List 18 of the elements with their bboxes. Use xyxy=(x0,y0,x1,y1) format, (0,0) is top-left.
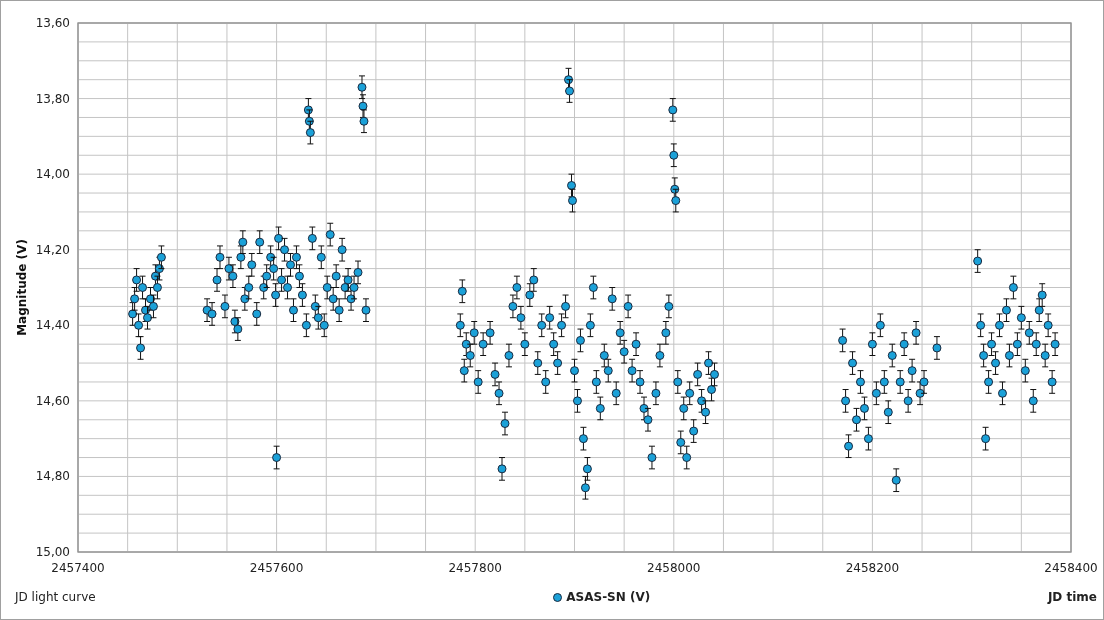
x-tick-label: 2457600 xyxy=(249,561,304,575)
y-tick-label: 14,40 xyxy=(35,318,70,333)
y-tick-label: 14,00 xyxy=(35,167,70,182)
x-tick-label: 2458000 xyxy=(647,561,701,575)
y-tick-label: 14,60 xyxy=(35,393,70,408)
y-axis-title: Magnitude (V) xyxy=(15,239,29,336)
x-axis-title: JD time xyxy=(1047,590,1097,604)
chart-caption: JD light curve xyxy=(15,590,96,604)
y-tick-label: 13,60 xyxy=(35,16,70,30)
legend-label: ASAS-SN (V) xyxy=(566,590,651,604)
y-tick-label: 13,80 xyxy=(35,91,70,106)
x-tick-label: 2457800 xyxy=(448,561,502,575)
y-tick-label: 14,80 xyxy=(35,469,70,484)
x-tick-label: 2457400 xyxy=(51,561,105,575)
x-tick-label: 2458200 xyxy=(845,561,900,575)
x-tick-label: 2458400 xyxy=(1044,561,1098,575)
y-tick-label: 14,20 xyxy=(35,242,70,257)
y-tick-label: 15,00 xyxy=(35,545,70,559)
